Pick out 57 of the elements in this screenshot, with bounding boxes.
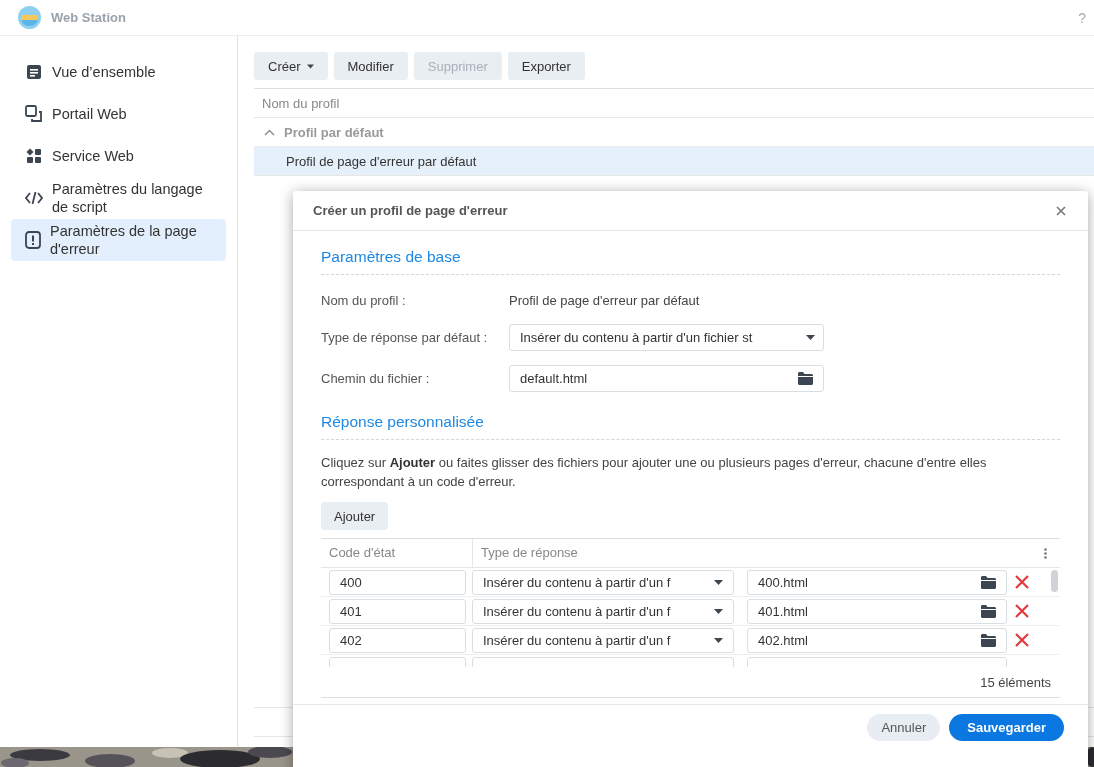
scrollbar-thumb[interactable] <box>1051 570 1058 592</box>
item-count: 15 éléments <box>979 674 1052 692</box>
folder-icon <box>981 575 996 589</box>
section-heading: Paramètres de base <box>321 231 1060 275</box>
field-label: Chemin du fichier : <box>321 370 431 388</box>
toolbar-button[interactable]: Créer <box>254 52 328 80</box>
delete-icon[interactable] <box>1015 575 1029 589</box>
group-label: Profil par défaut <box>284 124 384 140</box>
cancel-button[interactable]: Annuler <box>867 713 941 741</box>
column-header: Type de réponse <box>472 539 1044 567</box>
description-text: Cliquez sur Ajouter ou faites glisser des fichiers pour ajouter une ou plusieurs pages d'erreur, chacune d'entre elles correspondant à un code d'erreur. <box>321 454 988 491</box>
delete-icon[interactable] <box>1015 633 1029 647</box>
close-icon[interactable] <box>1056 205 1066 216</box>
app-logo-icon <box>18 6 41 29</box>
folder-icon <box>981 604 996 618</box>
alert-icon <box>25 231 41 249</box>
column-header: Code d'état <box>328 544 397 562</box>
save-button[interactable]: Sauvegarder <box>949 713 1064 741</box>
field-label: Type de réponse par défaut : <box>321 329 489 347</box>
table-row[interactable]: Profil de page d'erreur par défaut <box>254 147 1094 176</box>
dialog-title: Créer un profil de page d'erreur <box>313 203 508 218</box>
file-path-field[interactable]: 400.html <box>747 569 1007 595</box>
file-path-field[interactable]: 402.html <box>747 627 1007 653</box>
field-label: Nom du profil : <box>321 292 407 310</box>
sidebar-item[interactable]: Vue d’ensemble <box>11 51 226 93</box>
sidebar-item[interactable]: Paramètres du langage de script <box>11 177 226 219</box>
folder-icon <box>981 633 996 647</box>
response-type-select[interactable]: Insérer du contenu à partir d'un f <box>472 598 734 624</box>
overlapping-squares-icon <box>25 105 43 123</box>
more-icon[interactable] <box>1044 547 1047 559</box>
folder-icon <box>798 372 813 385</box>
status-code-field[interactable]: 401 <box>329 598 466 624</box>
response-type-select[interactable]: Insérer du contenu à partir d'un fichier st <box>509 324 824 351</box>
grid-icon <box>26 148 42 164</box>
response-type-select[interactable]: Insérer du contenu à partir d'un f <box>472 569 734 595</box>
app-title: Web Station <box>51 10 127 25</box>
caret-icon <box>714 579 723 585</box>
toolbar-button[interactable]: Exporter <box>507 52 585 80</box>
caret-icon <box>806 335 815 340</box>
file-path-field[interactable]: default.html <box>509 365 824 392</box>
sidebar-item[interactable]: Service Web <box>11 135 226 177</box>
delete-icon[interactable] <box>1015 604 1029 618</box>
file-path-field[interactable]: 401.html <box>747 598 1007 624</box>
status-code-field[interactable]: 402 <box>329 627 466 653</box>
response-type-select[interactable]: Insérer du contenu à partir d'un f <box>472 627 734 653</box>
field-value: Profil de page d'erreur par défaut <box>509 292 701 310</box>
status-code-field[interactable]: 400 <box>329 569 466 595</box>
sidebar-item[interactable]: Paramètres de la page d'erreur <box>11 219 226 261</box>
document-icon <box>26 64 42 80</box>
column-header: Nom du profil <box>254 88 1094 118</box>
caret-icon <box>714 608 723 614</box>
code-icon <box>25 191 43 205</box>
section-heading: Réponse personnalisée <box>321 396 1060 440</box>
sidebar-item[interactable]: Portail Web <box>11 93 226 135</box>
toolbar-button[interactable]: Modifier <box>333 52 408 80</box>
add-button[interactable]: Ajouter <box>321 502 389 530</box>
caret-icon <box>714 637 723 643</box>
